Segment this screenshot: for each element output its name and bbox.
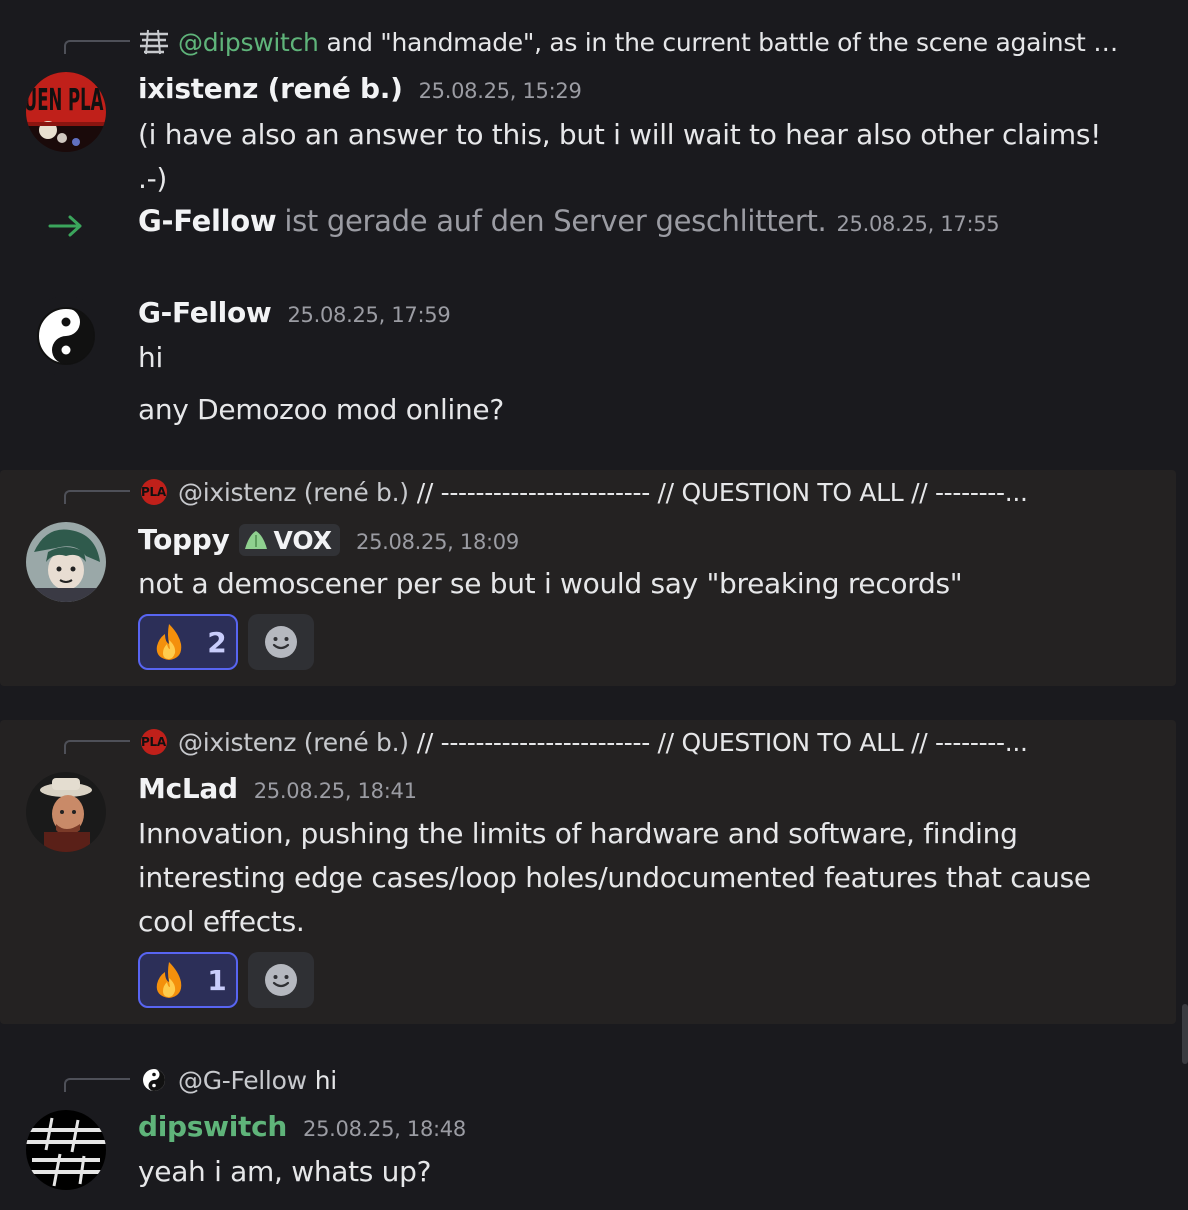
username[interactable]: G-Fellow [138, 296, 272, 329]
mini-avatar-ixistenz: PLA [138, 478, 170, 506]
reply-snippet: and "handmade", as in the current battle… [326, 27, 1129, 57]
mini-avatar-ixistenz: PLA [138, 728, 170, 756]
add-reaction-button[interactable] [248, 614, 314, 670]
message-content: yeah i am, whats up? [138, 1150, 1128, 1194]
reply-preview[interactable]: PLA @ixistenz (rené b.) // -------------… [138, 477, 1028, 507]
message-g-fellow: G-Fellow 25.08.25, 17:59 hi any Demozoo … [0, 280, 1176, 450]
reply-mention[interactable]: @ixistenz (rené b.) [178, 728, 409, 757]
join-username[interactable]: G-Fellow [138, 204, 277, 238]
message-line: interesting edge cases/loop holes/undocu… [138, 861, 1091, 894]
reply-spine [64, 740, 130, 754]
yin-yang-icon [37, 307, 95, 365]
message-content: not a demoscener per se but i would say … [138, 562, 1128, 606]
fire-emoji-icon [157, 624, 182, 660]
add-reaction-button[interactable] [248, 952, 314, 1008]
reply-snippet: hi [314, 1065, 337, 1095]
mini-avatar-dipswitch [138, 28, 170, 56]
timestamp[interactable]: 25.08.25, 18:09 [356, 530, 519, 554]
timestamp[interactable]: 25.08.25, 18:41 [254, 779, 417, 803]
message-dipswitch: @G-Fellow hi dipswitch 25.08.25, 18:48 y… [0, 1058, 1176, 1210]
leaf-tag-icon [245, 531, 268, 549]
message-line: cool effects. [138, 905, 305, 938]
join-arrow-icon [48, 215, 82, 237]
avatar[interactable] [26, 772, 106, 852]
reactions-bar: 1 [138, 952, 314, 1008]
username[interactable]: McLad [138, 772, 238, 805]
server-tag[interactable]: VOX [239, 524, 341, 556]
reactions-bar: 2 [138, 614, 314, 670]
reply-preview[interactable]: PLA @ixistenz (rené b.) // -------------… [138, 727, 1028, 757]
reply-snippet: // ------------------------ // QUESTION … [416, 727, 1028, 757]
reaction-count: 1 [207, 963, 227, 997]
avatar[interactable] [26, 522, 106, 602]
svg-text:UEN PLA: UEN PLA [26, 83, 104, 118]
username[interactable]: Toppy [138, 523, 230, 556]
scrollbar-thumb[interactable] [1182, 1004, 1188, 1064]
reaction-fire[interactable]: 2 [138, 614, 238, 670]
timestamp[interactable]: 25.08.25, 17:59 [288, 303, 451, 327]
chat-message-list: @dipswitch and "handmade", as in the cur… [0, 0, 1188, 1210]
message-ixistenz: @dipswitch and "handmade", as in the cur… [0, 0, 1176, 195]
avatar[interactable] [26, 296, 106, 376]
message-mclad: PLA @ixistenz (rené b.) // -------------… [0, 720, 1176, 1024]
reply-mention[interactable]: @dipswitch [178, 28, 319, 57]
system-join-message: G-Fellow ist gerade auf den Server gesch… [0, 190, 1176, 260]
timestamp[interactable]: 25.08.25, 18:48 [303, 1117, 466, 1141]
fire-emoji-icon [157, 962, 182, 998]
reaction-fire[interactable]: 1 [138, 952, 238, 1008]
message-content: Innovation, pushing the limits of hardwa… [138, 812, 1128, 944]
message-line: yeah i am, whats up? [138, 1155, 432, 1188]
reaction-count: 2 [207, 625, 227, 659]
add-reaction-icon [265, 626, 297, 658]
reply-snippet: // ------------------------ // QUESTION … [416, 477, 1028, 507]
message-toppy: PLA @ixistenz (rené b.) // -------------… [0, 470, 1176, 686]
message-content: (i have also an answer to this, but i wi… [138, 113, 1128, 201]
mini-avatar-g-fellow [138, 1066, 170, 1094]
timestamp[interactable]: 25.08.25, 17:55 [836, 212, 999, 236]
reply-spine [64, 490, 130, 504]
message-header: G-Fellow 25.08.25, 17:59 [138, 296, 451, 332]
reply-preview[interactable]: @dipswitch and "handmade", as in the cur… [138, 27, 1128, 57]
server-tag-label: VOX [273, 525, 333, 555]
reply-mention[interactable]: @ixistenz (rené b.) [178, 478, 409, 507]
message-line: Innovation, pushing the limits of hardwa… [138, 817, 1018, 850]
join-text: G-Fellow ist gerade auf den Server gesch… [138, 204, 1000, 244]
message-line: (i have also an answer to this, but i wi… [138, 118, 1102, 195]
join-description: ist gerade auf den Server geschlittert. [284, 204, 827, 238]
message-line: any Demozoo mod online? [138, 393, 504, 426]
svg-text:PLA: PLA [141, 735, 167, 749]
avatar[interactable]: UEN PLA [26, 72, 106, 152]
svg-text:PLA: PLA [141, 485, 167, 499]
message-line: hi [138, 341, 163, 374]
message-content: hi any Demozoo mod online? [138, 336, 1128, 432]
reply-mention[interactable]: @G-Fellow [178, 1066, 307, 1095]
message-line: not a demoscener per se but i would say … [138, 567, 963, 600]
message-header: McLad 25.08.25, 18:41 [138, 772, 417, 808]
reply-spine [64, 40, 130, 54]
add-reaction-icon [265, 964, 297, 996]
reply-preview[interactable]: @G-Fellow hi [138, 1065, 337, 1095]
avatar[interactable] [26, 1110, 106, 1190]
message-header: dipswitch 25.08.25, 18:48 [138, 1110, 466, 1146]
message-header: ixistenz (rené b.) 25.08.25, 15:29 [138, 72, 582, 108]
message-header: Toppy VOX 25.08.25, 18:09 [138, 522, 519, 558]
username[interactable]: ixistenz (rené b.) [138, 72, 403, 105]
timestamp[interactable]: 25.08.25, 15:29 [419, 79, 582, 103]
reply-spine [64, 1078, 130, 1092]
username[interactable]: dipswitch [138, 1110, 287, 1143]
